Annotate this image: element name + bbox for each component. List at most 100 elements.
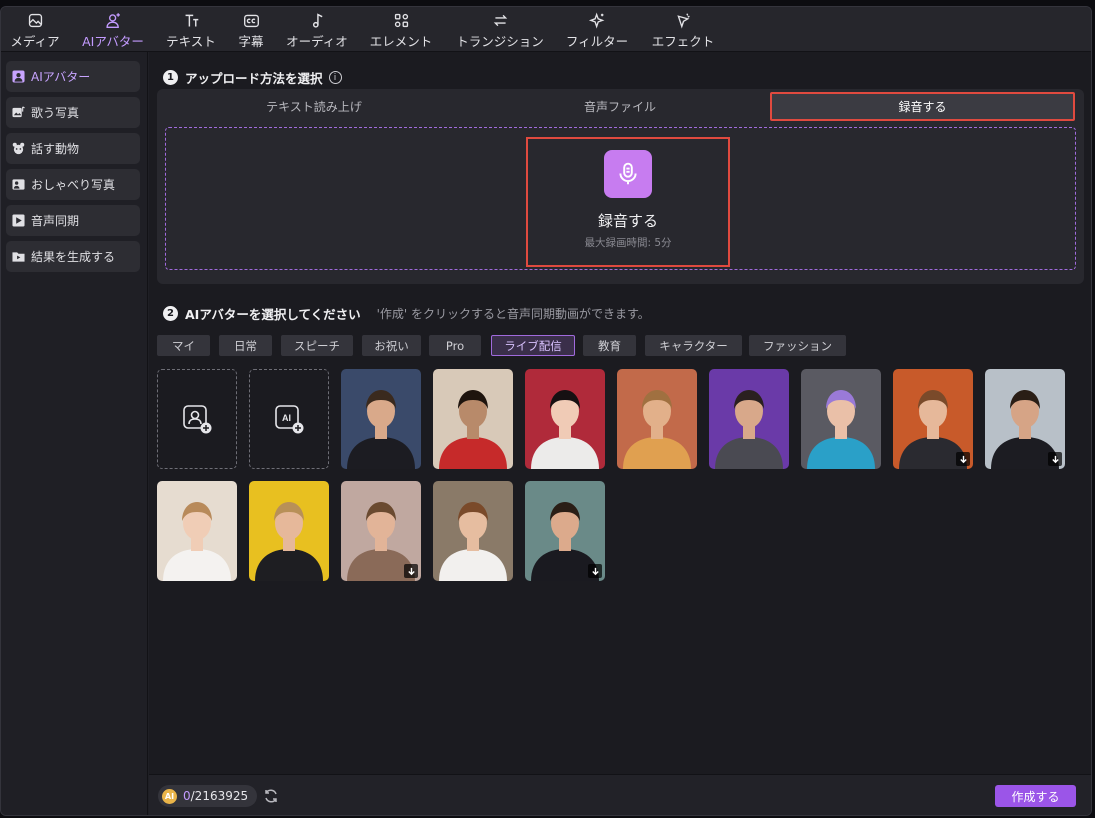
filter-sparkle-icon (588, 12, 604, 29)
avatar-thumbnail[interactable] (617, 369, 697, 469)
effect-icon (676, 13, 690, 29)
avatar-portrait (249, 481, 329, 581)
credits-used: 0 (183, 789, 191, 803)
tab-text-to-speech[interactable]: テキスト読み上げ (162, 94, 466, 119)
avatar-thumbnail[interactable] (801, 369, 881, 469)
category-chip[interactable]: キャラクター (645, 335, 742, 356)
record-drop-area: 録音する 最大録画時間: 5分 (165, 127, 1076, 270)
toolbar-element-label: エレメント (369, 34, 433, 49)
toolbar-effect[interactable]: エフェクト (649, 10, 717, 50)
sidebar-item-label: 話す動物 (31, 142, 80, 156)
sidebar-item-ai-avatar[interactable]: AIアバター (6, 61, 140, 92)
record-title: 録音する (597, 212, 658, 230)
toolbar-media-label: メディア (10, 34, 60, 49)
download-icon[interactable] (588, 564, 602, 578)
step2-heading: 2 AIアバターを選択してください '作成' をクリックすると音声同期動画ができ… (163, 304, 650, 323)
tab-audio-file[interactable]: 音声ファイル (468, 94, 772, 119)
category-chip-selected[interactable]: ライブ配信 (491, 335, 575, 356)
step2-number: 2 (163, 306, 178, 321)
category-label: キャラクター (659, 338, 728, 353)
category-label: 教育 (598, 338, 621, 353)
sidebar-item-label: おしゃべり写真 (31, 178, 116, 192)
transition-arrows-icon (493, 14, 507, 27)
sidebar-item-singing-photo[interactable]: 歌う写真 (6, 97, 140, 128)
toolbar-audio[interactable]: オーディオ (283, 10, 351, 50)
avatar-portrait (525, 369, 605, 469)
create-button-label: 作成する (1011, 789, 1060, 804)
add-ai-avatar-icon: AI (275, 405, 304, 434)
download-icon[interactable] (404, 564, 418, 578)
microphone-icon (619, 162, 637, 185)
category-label: ライブ配信 (504, 338, 562, 353)
download-icon[interactable] (1048, 452, 1062, 466)
create-button[interactable]: 作成する (995, 785, 1076, 807)
category-label: マイ (172, 338, 195, 353)
add-photo-avatar-button[interactable] (157, 369, 237, 469)
sidebar-item-talking-photo[interactable]: おしゃべり写真 (6, 169, 140, 200)
footer-bar: AI 0 /2163925 作成する (149, 774, 1091, 815)
avatar-thumbnail[interactable] (525, 481, 605, 581)
app-window: メディア AIアバター テキスト 字幕 オーディオ エレメント トランジション (0, 6, 1092, 816)
toolbar-filter[interactable]: フィルター (563, 10, 631, 50)
toolbar-effect-label: エフェクト (651, 34, 715, 49)
svg-text:AI: AI (282, 413, 291, 423)
category-chip[interactable]: お祝い (362, 335, 421, 356)
sidebar-item-talking-animal[interactable]: 話す動物 (6, 133, 140, 164)
category-chip[interactable]: Pro (429, 335, 481, 356)
category-chip[interactable]: スピーチ (281, 335, 353, 356)
ai-avatar-icon (105, 13, 120, 28)
download-icon[interactable] (956, 452, 970, 466)
category-chip[interactable]: 日常 (219, 335, 272, 356)
avatar-thumbnail[interactable] (709, 369, 789, 469)
add-ai-avatar-button[interactable]: AI (249, 369, 329, 469)
avatar-thumbnail[interactable] (433, 481, 513, 581)
avatar-icon (12, 70, 25, 83)
avatar-thumbnail[interactable] (341, 481, 421, 581)
sidebar-item-label: AIアバター (31, 70, 91, 84)
record-max-duration: 最大録画時間: 5分 (584, 237, 672, 249)
toolbar-subtitle[interactable]: 字幕 (235, 10, 267, 50)
tab-record[interactable]: 録音する (770, 92, 1075, 121)
toolbar-text-label: テキスト (166, 34, 216, 49)
sidebar-item-label: 音声同期 (31, 214, 80, 228)
toolbar-ai-avatar[interactable]: AIアバター (79, 10, 147, 50)
avatar-thumbnail[interactable] (157, 481, 237, 581)
avatar-thumbnail[interactable] (433, 369, 513, 469)
toolbar-filter-label: フィルター (565, 34, 629, 49)
avatar-thumbnail[interactable] (341, 369, 421, 469)
info-icon[interactable]: i (328, 71, 342, 84)
sidebar-item-label: 歌う写真 (31, 106, 80, 120)
toolbar-text[interactable]: テキスト (163, 10, 219, 50)
refresh-icon[interactable] (263, 788, 279, 804)
toolbar-transition[interactable]: トランジション (453, 10, 547, 50)
step1-title: アップロード方法を選択 (185, 71, 323, 86)
sidebar: AIアバター 歌う写真 話す動物 おしゃべり写真 音声同期 結果を生成する (1, 52, 148, 815)
category-chip[interactable]: ファッション (749, 335, 846, 356)
avatar-thumbnail[interactable] (249, 481, 329, 581)
avatar-thumbnail[interactable] (893, 369, 973, 469)
record-box[interactable]: 録音する 最大録画時間: 5分 (526, 137, 730, 267)
category-label: お祝い (374, 338, 409, 353)
avatar-thumbnail[interactable] (985, 369, 1065, 469)
category-label: Pro (445, 338, 465, 353)
sidebar-item-lip-sync[interactable]: 音声同期 (6, 205, 140, 236)
subtitle-cc-icon (243, 14, 259, 28)
step1-number: 1 (163, 70, 178, 85)
text-icon (185, 14, 198, 27)
singing-photo-icon (12, 106, 25, 119)
record-button[interactable] (604, 150, 652, 198)
avatar-portrait (341, 369, 421, 469)
category-chip[interactable]: 教育 (583, 335, 636, 356)
toolbar-media[interactable]: メディア (9, 10, 61, 50)
avatar-portrait (157, 481, 237, 581)
toolbar-element[interactable]: エレメント (367, 10, 435, 50)
step2-title: AIアバターを選択してください (185, 307, 361, 322)
avatar-thumbnail[interactable] (525, 369, 605, 469)
category-chip[interactable]: マイ (157, 335, 210, 356)
sidebar-item-generated-results[interactable]: 結果を生成する (6, 241, 140, 272)
toolbar-transition-label: トランジション (456, 34, 544, 49)
tab-label: 録音する (898, 100, 947, 114)
toolbar-subtitle-label: 字幕 (238, 34, 264, 49)
top-toolbar: メディア AIアバター テキスト 字幕 オーディオ エレメント トランジション (1, 7, 1091, 52)
toolbar-audio-label: オーディオ (286, 34, 348, 49)
